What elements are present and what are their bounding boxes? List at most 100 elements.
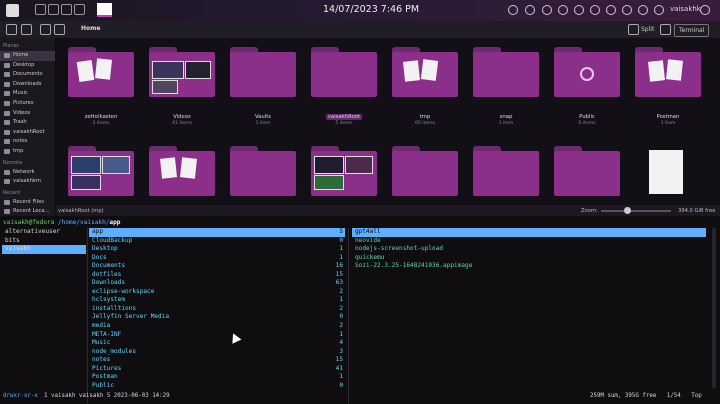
volume-icon[interactable] <box>574 5 584 15</box>
list-item[interactable]: bits <box>2 237 86 246</box>
list-item[interactable]: dotfiles 15 <box>89 271 345 280</box>
list-item[interactable]: hclsystem 1 <box>89 296 345 305</box>
tray-icon[interactable] <box>508 5 518 15</box>
terminal-panel[interactable]: vaisakh@fedora /home/vaisakh/app alterna… <box>0 216 720 404</box>
sidebar-item-vaisakhkm[interactable]: vaisakhkm <box>0 177 55 187</box>
desktop-2-icon[interactable] <box>48 4 59 15</box>
device-icon <box>4 179 10 185</box>
list-item[interactable]: app 5 <box>89 228 345 237</box>
folder-zettelkasten[interactable] <box>68 47 134 97</box>
sidebar-item-pictures[interactable]: Pictures <box>0 99 55 109</box>
sidebar-item-tmp[interactable]: tmp <box>0 147 55 157</box>
zoom-slider-handle[interactable] <box>624 207 631 214</box>
list-item[interactable]: alternativeuser <box>2 228 86 237</box>
sidebar-item-documents[interactable]: Documents <box>0 70 55 80</box>
list-item[interactable]: META-INF 1 <box>89 331 345 340</box>
free-space: 394.0 GiB free <box>678 208 716 214</box>
clock[interactable]: 14/07/2023 7:46 PM <box>323 4 419 15</box>
list-item[interactable]: Public 0 <box>89 382 345 391</box>
list-item[interactable]: Pictures 41 <box>89 365 345 374</box>
icon-view-icon[interactable] <box>40 24 51 35</box>
sidebar-item-trash[interactable]: Trash <box>0 118 55 128</box>
split-button[interactable]: Split <box>637 24 658 35</box>
list-item[interactable]: Docs 1 <box>89 254 345 263</box>
desktop-1-icon[interactable] <box>35 4 46 15</box>
list-item[interactable]: installtions 2 <box>89 305 345 314</box>
zoom-slider[interactable] <box>601 210 671 212</box>
list-item[interactable]: neovide <box>352 237 706 246</box>
user-label[interactable]: vaisakhk <box>670 5 701 13</box>
forward-icon[interactable] <box>21 24 32 35</box>
power-icon[interactable] <box>700 5 710 15</box>
list-item[interactable]: Music 4 <box>89 339 345 348</box>
taskbar-app-icon[interactable] <box>97 3 112 17</box>
home-icon <box>4 53 10 58</box>
folder-public[interactable] <box>554 47 620 97</box>
tray-icon[interactable] <box>542 5 552 15</box>
sidebar-item-recent-files[interactable]: Recent Files <box>0 198 55 208</box>
list-item[interactable]: media 2 <box>89 322 345 331</box>
list-item[interactable]: quickemu <box>352 254 706 263</box>
folder-vaisakhroot[interactable] <box>311 47 377 97</box>
sidebar-item-network[interactable]: Network <box>0 168 55 178</box>
list-item[interactable]: eclipse-workspace 2 <box>89 288 345 297</box>
list-item[interactable]: Downloads 63 <box>89 279 345 288</box>
folder-item[interactable] <box>311 146 377 196</box>
folder-view[interactable]: zettelkasten 3 items Videos 41 items Vau… <box>56 38 720 205</box>
folder-snap[interactable] <box>473 47 539 97</box>
pictures-icon <box>4 100 10 106</box>
folder-postman[interactable] <box>635 47 701 97</box>
folder-videos[interactable] <box>149 47 215 97</box>
sidebar-item-desktop[interactable]: Desktop <box>0 61 55 71</box>
list-item[interactable]: Jellyfin Server Media 0 <box>89 313 345 322</box>
column-divider <box>348 228 349 403</box>
folder-item[interactable] <box>230 146 296 196</box>
sidebar-item-videos[interactable]: Videos <box>0 109 55 119</box>
file-manager-toolbar: Home Split Terminal <box>0 21 720 38</box>
folder-count: 3 items <box>92 121 110 126</box>
search-icon[interactable] <box>660 24 671 35</box>
list-item[interactable]: CloudBackup 0 <box>89 237 345 246</box>
list-item[interactable]: node_modules 3 <box>89 348 345 357</box>
tray-icon[interactable] <box>558 5 568 15</box>
folder-count: 1 item <box>255 121 271 126</box>
sidebar-item-music[interactable]: Music <box>0 89 55 99</box>
terminal-button[interactable]: Terminal <box>674 24 710 37</box>
folder-count: 1 item <box>660 121 676 126</box>
file-item[interactable] <box>635 146 701 196</box>
folder-item[interactable] <box>473 146 539 196</box>
tray-icon[interactable] <box>525 5 535 15</box>
top-panel: 14/07/2023 7:46 PM vaisakhk <box>0 0 720 21</box>
list-item[interactable]: Sozi-22.3.25-1648241936.appimage <box>352 262 706 271</box>
list-item[interactable]: nodejs-screenshot-upload <box>352 245 706 254</box>
clipboard-icon[interactable] <box>654 5 664 15</box>
list-item[interactable]: Documents 16 <box>89 262 345 271</box>
breadcrumb[interactable]: Home <box>81 25 100 32</box>
list-item[interactable]: gpt4all <box>352 228 706 237</box>
bluetooth-icon[interactable] <box>622 5 632 15</box>
battery-icon[interactable] <box>606 5 616 15</box>
list-item[interactable]: notes 15 <box>89 356 345 365</box>
file-info: 1 vaisakh vaisakh 5 2023-06-03 14:29 <box>44 393 170 399</box>
folder-tmp[interactable] <box>392 47 458 97</box>
network-icon[interactable] <box>590 5 600 15</box>
sidebar-item-home[interactable]: Home <box>0 51 55 61</box>
terminal-scrollbar[interactable] <box>712 228 716 388</box>
desktop-3-icon[interactable] <box>61 4 72 15</box>
folder-vaults[interactable] <box>230 47 296 97</box>
folder-item[interactable] <box>149 146 215 196</box>
folder-item[interactable] <box>554 146 620 196</box>
folder-item[interactable] <box>392 146 458 196</box>
sidebar-item-downloads[interactable]: Downloads <box>0 80 55 90</box>
desktop-4-icon[interactable] <box>74 4 85 15</box>
sidebar-item-vaisakhroot[interactable]: vaisakhRoot <box>0 128 55 138</box>
folder-item[interactable] <box>68 146 134 196</box>
list-item[interactable]: vaisakh <box>2 245 86 254</box>
list-item[interactable]: Postman 1 <box>89 373 345 382</box>
app-launcher-icon[interactable] <box>6 4 19 17</box>
list-view-icon[interactable] <box>54 24 65 35</box>
back-icon[interactable] <box>6 24 17 35</box>
notifications-icon[interactable] <box>638 5 648 15</box>
list-item[interactable]: Desktop 1 <box>89 245 345 254</box>
sidebar-item-notes[interactable]: notes <box>0 137 55 147</box>
